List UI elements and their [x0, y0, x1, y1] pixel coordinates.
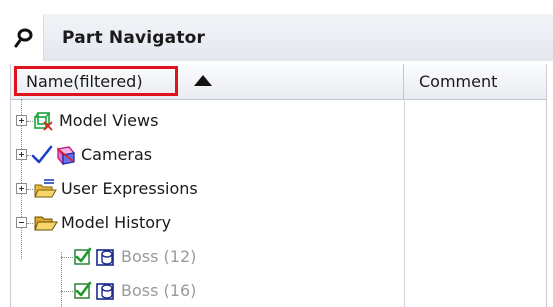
collapse-icon[interactable] — [16, 217, 27, 228]
boss-feature-icon — [95, 247, 115, 267]
comment-cell[interactable] — [405, 240, 546, 274]
tree-row-boss-16[interactable]: Boss (16) — [11, 274, 404, 307]
tree-row-boss-12[interactable]: Boss (12) — [11, 240, 404, 274]
boss-feature-icon — [95, 281, 115, 301]
column-header-name[interactable]: Name(filtered) — [11, 64, 404, 99]
checkmark-icon[interactable] — [31, 145, 53, 165]
tree-row-model-history[interactable]: Model History — [11, 206, 404, 240]
comment-cell[interactable] — [405, 274, 546, 307]
column-header-comment[interactable]: Comment — [404, 64, 546, 99]
folder-open-icon — [34, 213, 58, 233]
tree-row-cameras[interactable]: Cameras — [11, 138, 404, 172]
part-navigator-tree-grid: Name(filtered) Comment Model Views Camer… — [10, 64, 547, 307]
tree-node-label: Cameras — [81, 145, 153, 164]
navigator-title: Part Navigator — [43, 14, 553, 61]
name-filtered-header-label[interactable]: Name(filtered) — [14, 66, 178, 96]
tree-node-label: Model Views — [59, 111, 159, 130]
tree-row-model-views[interactable]: Model Views — [11, 104, 404, 138]
column-header-row: Name(filtered) Comment — [11, 64, 546, 100]
expand-icon[interactable] — [16, 183, 27, 194]
tree-node-label: User Expressions — [61, 179, 198, 198]
expand-icon[interactable] — [16, 115, 27, 126]
comment-cell[interactable] — [405, 206, 546, 240]
folder-expressions-icon — [34, 179, 58, 199]
checkbox-checked-icon[interactable] — [74, 281, 92, 301]
expand-icon[interactable] — [16, 149, 27, 160]
camera-icon — [55, 145, 76, 166]
sort-ascending-icon[interactable] — [194, 75, 212, 86]
tree-row-user-expressions[interactable]: User Expressions — [11, 172, 404, 206]
navigator-title-bar: Part Navigator — [5, 14, 553, 61]
model-views-icon — [34, 111, 54, 131]
tree-node-label: Boss (12) — [121, 247, 197, 266]
comment-cell[interactable] — [405, 172, 546, 206]
tree-node-label: Boss (16) — [121, 281, 197, 300]
comment-cell[interactable] — [405, 104, 546, 138]
comment-cell[interactable] — [405, 138, 546, 172]
checkbox-checked-icon[interactable] — [74, 247, 92, 267]
pin-icon[interactable] — [5, 14, 43, 61]
tree-node-label: Model History — [61, 213, 172, 232]
